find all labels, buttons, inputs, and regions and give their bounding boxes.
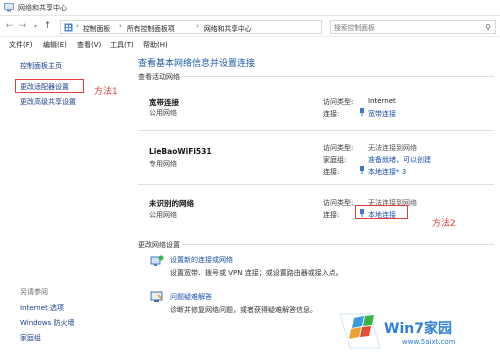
active-networks-heading: 查看活动网络: [138, 73, 180, 81]
breadcrumb-item[interactable]: 控制面板: [83, 23, 110, 33]
access-type-label: 访问类型:: [323, 98, 354, 106]
troubleshoot-icon: [150, 291, 163, 302]
network-name: LieBaoWiFi531: [149, 147, 212, 156]
breadcrumb[interactable]: › 控制面板 › 所有控制面板项 › 网络和共享中心: [60, 20, 322, 34]
menu-view[interactable]: 查看(V): [77, 40, 101, 50]
new-connection-link[interactable]: 设置新的连接或网络: [170, 255, 233, 265]
change-settings-heading: 更改网络设置: [138, 241, 180, 249]
control-panel-icon: [64, 23, 73, 32]
menu-file[interactable]: 文件(F): [9, 40, 33, 50]
connection-icon: [360, 108, 364, 116]
access-type-label: 访问类型:: [323, 144, 354, 152]
forward-button[interactable]: →: [17, 21, 28, 32]
network-type[interactable]: 公用网络: [149, 108, 177, 118]
sidebar-item-home[interactable]: 控制面板主页: [20, 61, 62, 71]
annotation-method2: 方法2: [432, 219, 456, 229]
network-name: 未识别的网络: [149, 199, 194, 208]
up-button[interactable]: ↑: [42, 21, 53, 32]
sidebar-item-adapter-settings[interactable]: 更改适配器设置: [20, 82, 69, 92]
connection-icon: [360, 166, 364, 174]
connection-link[interactable]: 宽带连接: [368, 109, 396, 119]
search-box: ⚲: [330, 20, 496, 34]
menu-bar: 文件(F) 编辑(E) 查看(V) 工具(T) 帮助(H): [0, 39, 500, 51]
connection-link[interactable]: 本地连接: [368, 210, 396, 220]
see-also-firewall[interactable]: Windows 防火墙: [20, 318, 74, 328]
new-connection-description: 设置宽带、拨号或 VPN 连接；或设置路由器或接入点。: [170, 269, 343, 277]
connection-label: 连接:: [323, 211, 340, 219]
see-also-homegroup[interactable]: 家庭组: [20, 333, 41, 343]
breadcrumb-item[interactable]: 网络和共享中心: [204, 23, 252, 33]
access-type-label: 访问类型:: [323, 199, 354, 207]
connection-label: 连接:: [323, 110, 340, 118]
connection-label: 连接:: [323, 168, 340, 176]
annotation-method1: 方法1: [94, 87, 118, 97]
sidebar-item-advanced-sharing[interactable]: 更改高级共享设置: [20, 97, 76, 107]
menu-edit[interactable]: 编辑(E): [43, 40, 67, 50]
breadcrumb-item[interactable]: 所有控制面板项: [127, 23, 175, 33]
divider: [138, 184, 494, 185]
homegroup-label: 家庭组:: [323, 156, 347, 164]
menu-help[interactable]: 帮助(H): [143, 40, 168, 50]
page-title: 查看基本网络信息并设置连接: [138, 59, 256, 69]
divider: [182, 76, 494, 77]
watermark-logo: Win7家园 www.5aixt.com: [339, 308, 500, 354]
search-icon[interactable]: ⚲: [485, 23, 491, 32]
chevron-right-icon: ›: [76, 22, 79, 30]
chevron-right-icon: ›: [119, 22, 122, 30]
troubleshoot-description: 诊断并修复网络问题，或者获得疑难解答信息。: [170, 306, 317, 314]
see-also-internet-options[interactable]: Internet 选项: [20, 303, 64, 313]
divider: [138, 130, 494, 131]
window-title: 网络和共享中心: [18, 4, 67, 12]
connection-link[interactable]: 本地连接* 3: [368, 167, 406, 177]
network-type[interactable]: 专用网络: [149, 159, 177, 169]
menu-tools[interactable]: 工具(T): [110, 40, 134, 50]
chevron-right-icon: ›: [196, 22, 199, 30]
back-button[interactable]: ←: [4, 21, 15, 32]
title-bar: 网络和共享中心: [0, 0, 500, 16]
network-type[interactable]: 公用网络: [149, 210, 177, 220]
see-also-heading: 另请参阅: [20, 288, 48, 296]
watermark-url: www.5aixt.com: [402, 338, 456, 346]
address-bar: ← → ▾ ↑ › 控制面板 › 所有控制面板项 › 网络和共享中心 ⚲: [0, 17, 500, 37]
access-type-value: 无法连接到网络: [368, 144, 417, 152]
connection-icon: [360, 209, 364, 217]
access-type-value: Internet: [368, 97, 396, 105]
recent-dropdown-button[interactable]: ▾: [30, 21, 41, 32]
divider: [182, 244, 494, 245]
homegroup-link[interactable]: 准备就绪，可以创建: [368, 155, 431, 165]
search-input[interactable]: [334, 22, 474, 33]
network-name: 宽带连接: [149, 98, 179, 107]
watermark-text: Win7家园: [384, 321, 452, 337]
troubleshoot-link[interactable]: 问题疑难解答: [170, 292, 212, 302]
network-center-icon: [4, 3, 14, 12]
new-connection-icon: [150, 255, 164, 266]
